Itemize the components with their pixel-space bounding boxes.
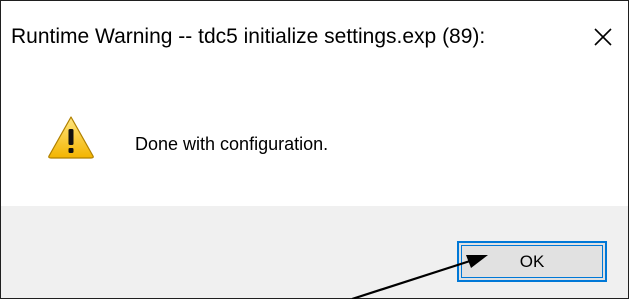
ok-button[interactable]: OK <box>457 241 607 282</box>
ok-button-label: OK <box>519 251 545 271</box>
dialog-message: Done with configuration. <box>135 134 329 154</box>
title-bar: Runtime Warning -- tdc5 initialize setti… <box>1 1 628 75</box>
warning-icon <box>48 116 94 159</box>
runtime-warning-dialog: Runtime Warning -- tdc5 initialize setti… <box>0 0 629 299</box>
close-icon <box>594 28 612 46</box>
dialog-title: Runtime Warning -- tdc5 initialize setti… <box>11 25 486 48</box>
close-button[interactable] <box>585 19 621 55</box>
dialog-content: Done with configuration. <box>1 75 628 205</box>
button-bar: OK <box>1 206 628 298</box>
